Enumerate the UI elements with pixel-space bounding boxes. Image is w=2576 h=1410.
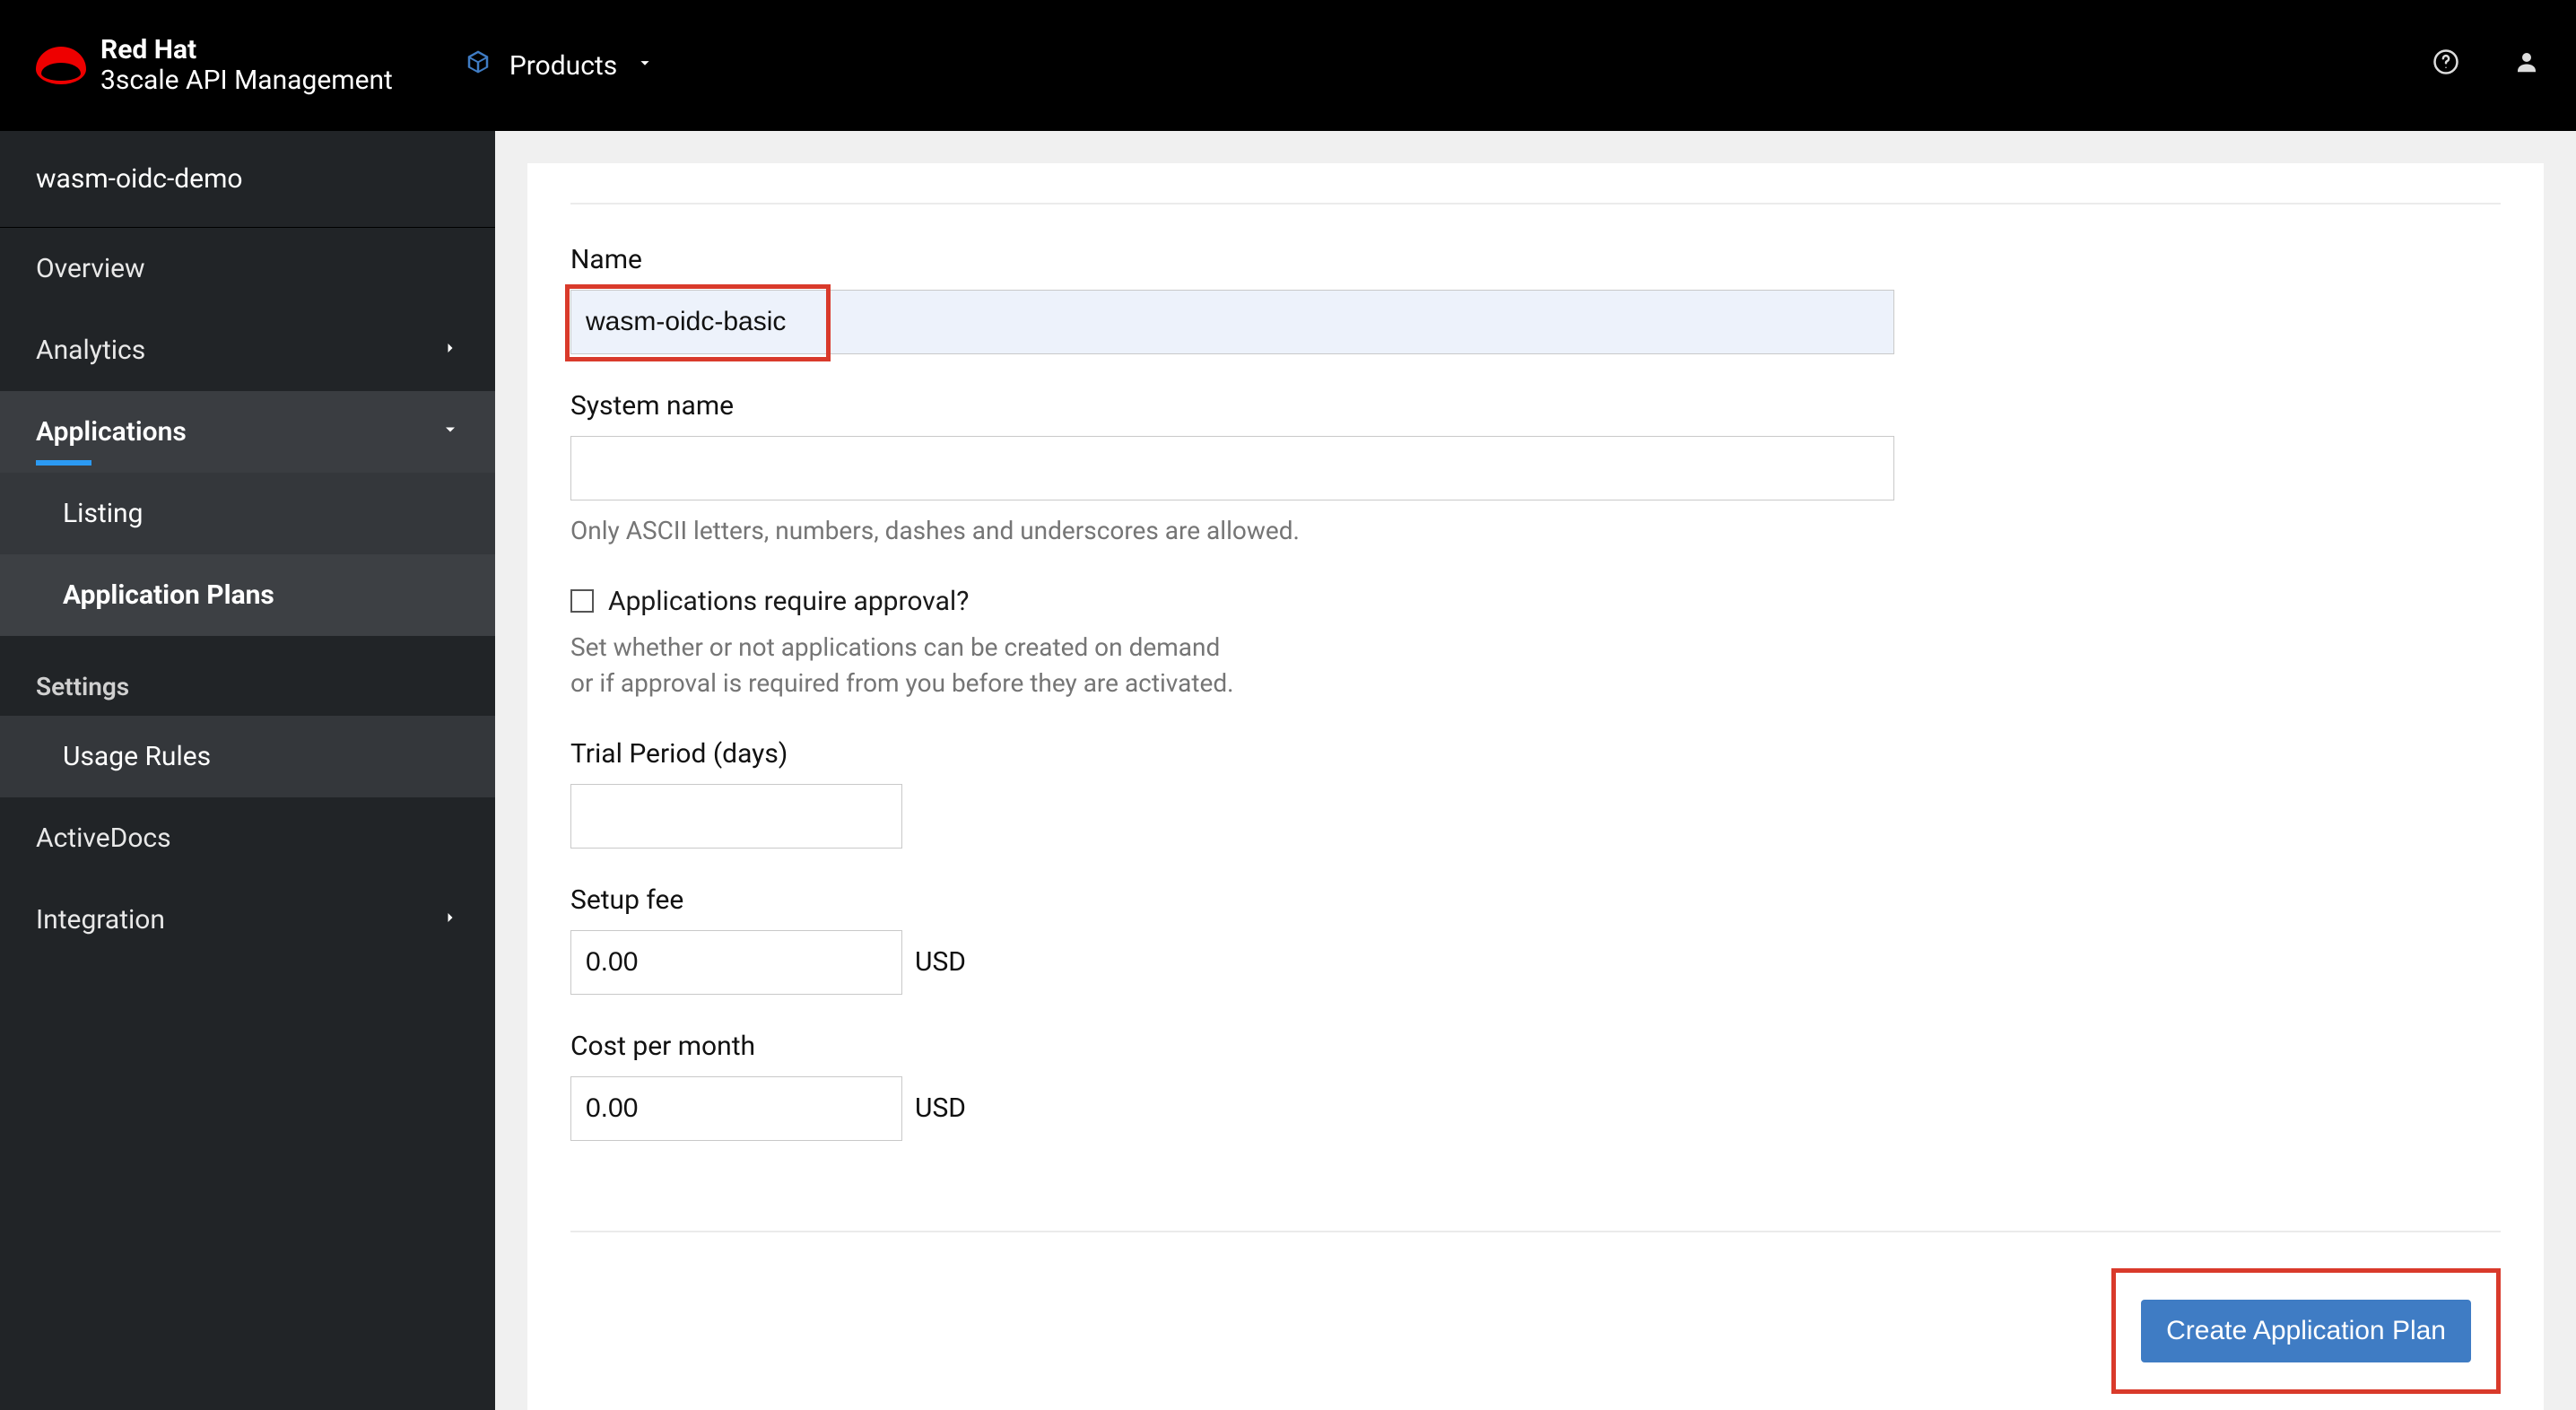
trial-input[interactable]	[570, 784, 902, 849]
highlight-box: Create Application Plan	[2111, 1268, 2501, 1394]
brand: Red Hat 3scale API Management	[36, 35, 393, 97]
sidebar-sub-listing[interactable]: Listing	[0, 473, 495, 554]
chevron-down-icon	[635, 53, 655, 78]
sidebar-item-label: Analytics	[36, 335, 145, 366]
user-icon[interactable]	[2513, 48, 2540, 83]
setup-fee-label: Setup fee	[570, 884, 2501, 916]
topbar-right	[2432, 0, 2540, 131]
name-input[interactable]	[570, 290, 1894, 354]
active-indicator	[36, 460, 91, 466]
approval-checkbox[interactable]	[570, 589, 594, 613]
system-name-help: Only ASCII letters, numbers, dashes and …	[570, 513, 2501, 550]
sidebar-product-name: wasm-oidc-demo	[0, 131, 495, 228]
brand-line2: 3scale API Management	[100, 65, 393, 97]
approval-label: Applications require approval?	[608, 586, 969, 617]
sidebar-item-label: Application Plans	[63, 579, 274, 611]
sidebar-item-label: Overview	[36, 253, 145, 284]
sidebar-item-applications[interactable]: Applications	[0, 391, 495, 473]
topnav-label: Products	[509, 50, 617, 82]
setup-fee-input[interactable]	[570, 930, 902, 995]
sidebar-item-overview[interactable]: Overview	[0, 228, 495, 309]
sidebar-item-label: Listing	[63, 498, 143, 529]
products-icon	[465, 48, 492, 83]
cost-label: Cost per month	[570, 1031, 2501, 1062]
create-application-plan-button[interactable]: Create Application Plan	[2141, 1300, 2471, 1362]
sidebar-sub-usage-rules[interactable]: Usage Rules	[0, 716, 495, 797]
cost-input[interactable]	[570, 1076, 902, 1141]
sidebar-item-label: Applications	[36, 416, 187, 448]
footer-actions: Create Application Plan	[570, 1268, 2501, 1394]
approval-help-2: or if approval is required from you befo…	[570, 666, 2501, 702]
sidebar-item-label: Integration	[36, 904, 165, 936]
trial-label: Trial Period (days)	[570, 738, 2501, 770]
sidebar: wasm-oidc-demo Overview Analytics Applic…	[0, 131, 495, 1410]
sidebar-item-integration[interactable]: Integration	[0, 879, 495, 961]
sidebar-sub-application-plans[interactable]: Application Plans	[0, 554, 495, 636]
form-card: Name System name Only ASCII letters, num…	[527, 163, 2544, 1410]
help-icon[interactable]	[2432, 48, 2459, 83]
topnav-products[interactable]: Products	[465, 48, 655, 83]
redhat-logo-icon	[36, 47, 86, 84]
sidebar-section-settings: Settings	[0, 636, 495, 716]
chevron-right-icon	[441, 909, 459, 932]
sidebar-item-analytics[interactable]: Analytics	[0, 309, 495, 391]
approval-help-1: Set whether or not applications can be c…	[570, 630, 2501, 666]
setup-fee-currency: USD	[915, 946, 966, 978]
divider	[570, 1231, 2501, 1232]
chevron-down-icon	[441, 421, 459, 444]
brand-line1: Red Hat	[100, 35, 393, 66]
topbar: Red Hat 3scale API Management Products	[0, 0, 2576, 131]
system-name-label: System name	[570, 390, 2501, 422]
sidebar-item-activedocs[interactable]: ActiveDocs	[0, 797, 495, 879]
sidebar-item-label: Usage Rules	[63, 741, 211, 772]
system-name-input[interactable]	[570, 436, 1894, 500]
divider	[570, 203, 2501, 205]
cost-currency: USD	[915, 1092, 966, 1124]
name-label: Name	[570, 244, 2501, 275]
main-content: Name System name Only ASCII letters, num…	[495, 131, 2576, 1410]
brand-text: Red Hat 3scale API Management	[100, 35, 393, 97]
sidebar-item-label: ActiveDocs	[36, 822, 171, 854]
chevron-right-icon	[441, 339, 459, 362]
